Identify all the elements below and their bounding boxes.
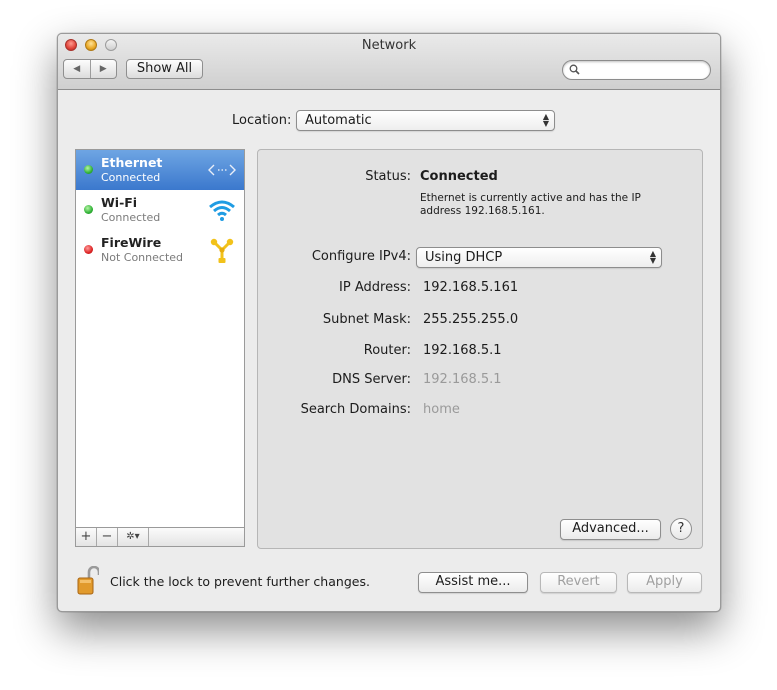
forward-button[interactable]: ▶: [89, 60, 117, 78]
wifi-icon: [207, 196, 237, 224]
add-service-button[interactable]: +: [76, 528, 97, 546]
lock-icon[interactable]: [77, 565, 101, 596]
revert-button[interactable]: Revert: [540, 572, 617, 593]
window-title: Network: [361, 38, 417, 53]
ip-address-value: 192.168.5.161: [423, 280, 519, 295]
location-label: Location:: [232, 113, 292, 128]
popup-arrows-icon: ▲ ▼: [649, 249, 656, 265]
router-value: 192.168.5.1: [423, 343, 502, 358]
service-list: Ethernet Connected Wi-Fi Connected FireW…: [75, 149, 245, 528]
status-dot-red: [84, 245, 93, 254]
assist-me-button[interactable]: Assist me...: [418, 572, 528, 593]
service-status: Not Connected: [101, 251, 184, 264]
advanced-button[interactable]: Advanced...: [560, 519, 661, 540]
action-gear-button[interactable]: ✲▾: [118, 528, 149, 546]
search-field[interactable]: [562, 60, 711, 80]
service-list-toolbar: + − ✲▾: [75, 528, 245, 547]
help-button[interactable]: ?: [670, 518, 692, 540]
service-name: Wi-Fi: [101, 195, 138, 210]
lock-message: Click the lock to prevent further change…: [110, 574, 370, 589]
search-domains-label: Search Domains:: [300, 402, 411, 417]
configure-ipv4-popup[interactable]: Using DHCP ▲ ▼: [416, 247, 662, 268]
detail-panel: Status: Connected Ethernet is currently …: [257, 149, 703, 549]
subnet-mask-value: 255.255.255.0: [423, 312, 519, 327]
popup-arrows-icon: ▲ ▼: [542, 112, 549, 128]
service-status: Connected: [101, 171, 161, 184]
back-button[interactable]: ◀: [64, 60, 90, 78]
status-description: Ethernet is currently active and has the…: [420, 192, 641, 217]
ip-address-label: IP Address:: [339, 280, 411, 295]
status-dot-green: [84, 205, 93, 214]
dns-server-value: 192.168.5.1: [423, 372, 502, 387]
network-window: Network ◀ ▶ Show All Location: Automatic…: [57, 33, 721, 612]
location-popup[interactable]: Automatic ▲ ▼: [296, 110, 555, 131]
apply-button[interactable]: Apply: [627, 572, 702, 593]
back-forward-group: ◀ ▶: [63, 59, 117, 79]
remove-service-button[interactable]: −: [97, 528, 118, 546]
status-label: Status:: [365, 169, 411, 184]
show-all-button[interactable]: Show All: [126, 59, 203, 79]
service-status: Connected: [101, 211, 161, 224]
router-label: Router:: [363, 343, 411, 358]
dns-server-label: DNS Server:: [332, 372, 411, 387]
subnet-mask-label: Subnet Mask:: [322, 312, 411, 327]
location-value: Automatic: [305, 113, 372, 128]
configure-ipv4-value: Using DHCP: [425, 250, 503, 265]
magnifier-icon: [569, 64, 580, 78]
title-bar: Network ◀ ▶ Show All: [58, 34, 720, 90]
service-name: Ethernet: [101, 155, 163, 170]
status-dot-green: [84, 165, 93, 174]
search-domains-value: home: [423, 402, 460, 417]
service-item-wifi[interactable]: Wi-Fi Connected: [76, 190, 244, 230]
status-value: Connected: [420, 169, 498, 184]
service-name: FireWire: [101, 235, 162, 250]
configure-ipv4-label: Configure IPv4:: [311, 249, 411, 264]
